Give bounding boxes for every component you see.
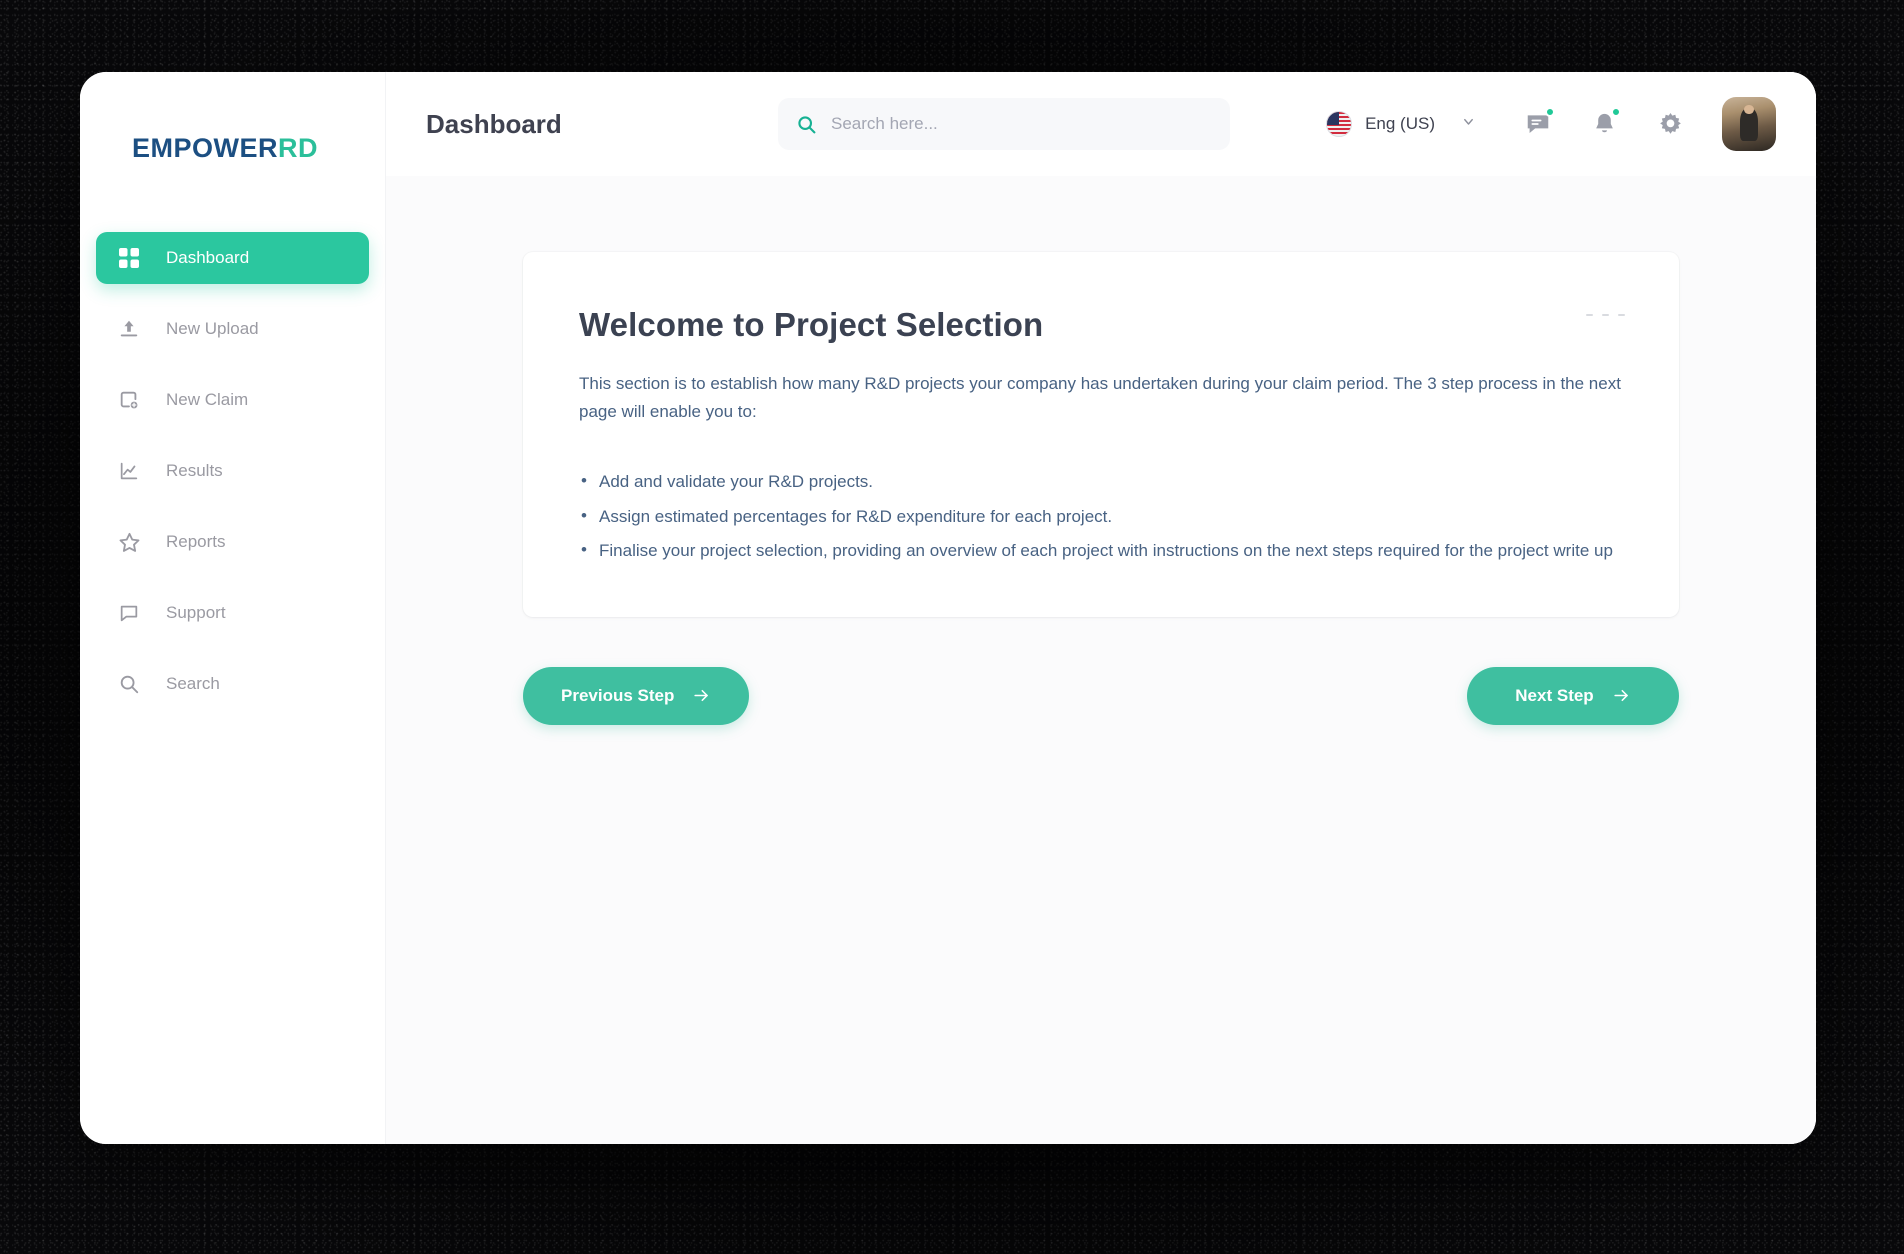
messages-badge xyxy=(1545,107,1555,117)
sidebar-item-label: Search xyxy=(166,674,220,693)
main-column: Dashboard Eng (US) xyxy=(386,72,1816,1144)
search-icon xyxy=(116,671,142,697)
ellipsis-dot xyxy=(1602,314,1609,316)
chevron-down-icon xyxy=(1461,114,1476,134)
card-wrapper: Welcome to Project Selection This sectio… xyxy=(523,252,1679,725)
list-item: Assign estimated percentages for R&D exp… xyxy=(579,503,1623,531)
sidebar-item-search[interactable]: Search xyxy=(96,658,369,710)
app-logo[interactable]: EMPOWER RD xyxy=(80,116,385,180)
notifications-button[interactable] xyxy=(1582,102,1626,146)
card-title: Welcome to Project Selection xyxy=(579,306,1044,343)
sidebar: EMPOWER RD Dashboard New Upload New Claim xyxy=(80,72,386,1144)
ellipsis-dot xyxy=(1586,314,1593,316)
welcome-card: Welcome to Project Selection This sectio… xyxy=(523,252,1679,617)
user-avatar[interactable] xyxy=(1722,97,1776,151)
list-item: Add and validate your R&D projects. xyxy=(579,468,1623,496)
arrow-right-icon xyxy=(1612,686,1631,705)
search-bar[interactable] xyxy=(778,98,1230,150)
add-document-icon xyxy=(116,387,142,413)
language-label: Eng (US) xyxy=(1365,114,1435,133)
star-icon xyxy=(116,529,142,555)
content-area: Welcome to Project Selection This sectio… xyxy=(386,176,1816,1144)
app-window: EMPOWER RD Dashboard New Upload New Claim xyxy=(80,72,1816,1144)
search-icon xyxy=(796,114,817,135)
line-chart-icon xyxy=(116,458,142,484)
chat-bubble-icon xyxy=(116,600,142,626)
sidebar-item-label: Reports xyxy=(166,532,226,551)
sidebar-item-label: New Claim xyxy=(166,390,249,409)
next-step-label: Next Step xyxy=(1515,685,1594,705)
search-input[interactable] xyxy=(831,114,1212,134)
grid-icon xyxy=(116,245,142,271)
sidebar-item-label: Dashboard xyxy=(166,248,250,267)
card-paragraph: This section is to establish how many R&… xyxy=(579,374,1621,421)
settings-button[interactable] xyxy=(1648,102,1692,146)
ellipsis-icon[interactable] xyxy=(1586,314,1625,316)
logo-text-primary: EMPOWER xyxy=(132,132,279,163)
logo-text-accent: RD xyxy=(278,132,319,163)
sidebar-item-reports[interactable]: Reports xyxy=(96,516,369,568)
ellipsis-dot xyxy=(1618,314,1625,316)
us-flag-icon xyxy=(1326,111,1353,137)
previous-step-button[interactable]: Previous Step xyxy=(523,666,750,725)
sidebar-item-label: New Upload xyxy=(166,319,259,338)
sidebar-item-dashboard[interactable]: Dashboard xyxy=(96,232,369,284)
arrow-right-icon xyxy=(692,686,711,705)
sidebar-item-new-claim[interactable]: New Claim xyxy=(96,374,369,426)
sidebar-item-support[interactable]: Support xyxy=(96,587,369,639)
language-selector[interactable]: Eng (US) xyxy=(1326,111,1476,137)
previous-step-label: Previous Step xyxy=(561,685,675,705)
top-header: Dashboard Eng (US) xyxy=(386,72,1816,176)
step-navigation: Previous Step Next Step xyxy=(523,666,1679,725)
messages-button[interactable] xyxy=(1516,102,1560,146)
upload-icon xyxy=(116,316,142,342)
page-title: Dashboard xyxy=(426,108,562,139)
sidebar-item-results[interactable]: Results xyxy=(96,445,369,497)
sidebar-item-label: Results xyxy=(166,461,223,480)
notifications-badge xyxy=(1611,107,1621,117)
header-actions: Eng (US) xyxy=(1326,97,1776,151)
sidebar-item-label: Support xyxy=(166,603,226,622)
sidebar-item-new-upload[interactable]: New Upload xyxy=(96,303,369,355)
card-bullet-list: Add and validate your R&D projects. Assi… xyxy=(579,468,1623,565)
next-step-button[interactable]: Next Step xyxy=(1467,666,1679,725)
list-item: Finalise your project selection, providi… xyxy=(579,537,1623,565)
sidebar-nav: Dashboard New Upload New Claim Results R… xyxy=(80,232,385,710)
